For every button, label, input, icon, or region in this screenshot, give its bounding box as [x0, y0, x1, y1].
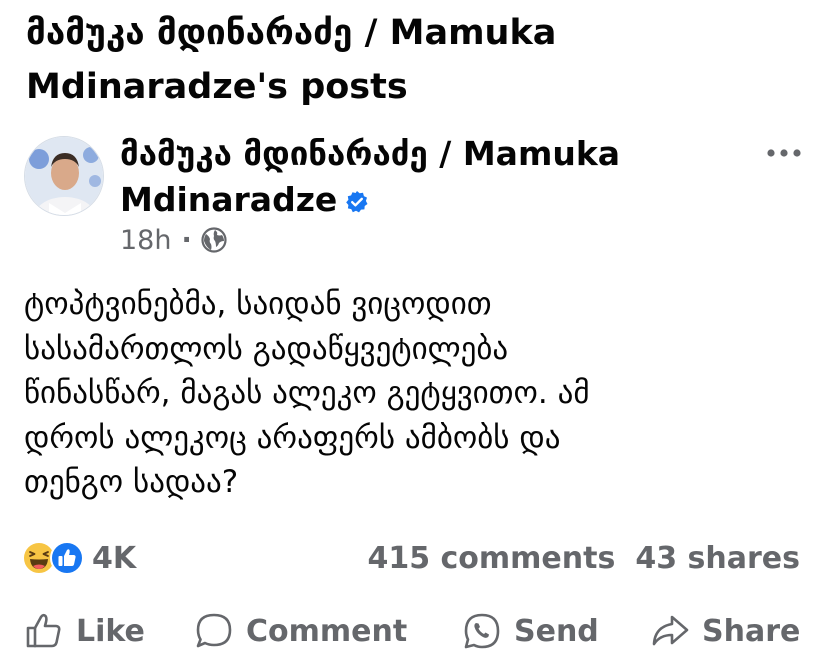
comments-count[interactable]: 415 comments [367, 541, 615, 576]
post-meta: 18h · [120, 222, 227, 258]
send-button[interactable]: Send [462, 606, 599, 656]
more-dots-icon [767, 149, 801, 157]
verified-badge-icon [346, 191, 368, 213]
comment-button[interactable]: Comment [194, 606, 407, 656]
more-options-button[interactable] [764, 140, 804, 166]
author-name[interactable]: მამუკა მდინარაძე / Mamuka Mdinaradze [120, 131, 700, 223]
thumbs-up-icon [26, 613, 61, 648]
post-text: ტოპტვინებმა, საიდან ვიცოდით სასამართლოს … [24, 286, 590, 500]
comment-bubble-icon [196, 613, 232, 648]
comment-label: Comment [246, 613, 408, 649]
author-name-text[interactable]: მამუკა მდინარაძე / Mamuka Mdinaradze [120, 134, 620, 219]
post-actions: Like Comment Send Share [0, 606, 820, 656]
globe-icon [201, 227, 227, 253]
post-time[interactable]: 18h [120, 225, 171, 256]
page-title: მამუკა მდინარაძე / Mamuka Mdinaradze's p… [26, 13, 557, 107]
share-label: Share [702, 613, 801, 649]
reactions-summary[interactable]: 4K [22, 540, 136, 576]
engagement-counts: 415 comments 43 shares [367, 538, 800, 578]
messenger-whatsapp-icon [464, 613, 500, 649]
like-label: Like [76, 613, 145, 649]
share-arrow-icon [652, 615, 689, 646]
meta-separator: · [181, 224, 192, 256]
share-button[interactable]: Share [650, 606, 800, 656]
like-button[interactable]: Like [24, 606, 145, 656]
like-icon [50, 541, 84, 575]
avatar-photo [25, 137, 103, 215]
reaction-count: 4K [92, 540, 137, 576]
avatar[interactable] [24, 136, 104, 216]
shares-count[interactable]: 43 shares [635, 541, 800, 576]
send-label: Send [514, 613, 599, 649]
